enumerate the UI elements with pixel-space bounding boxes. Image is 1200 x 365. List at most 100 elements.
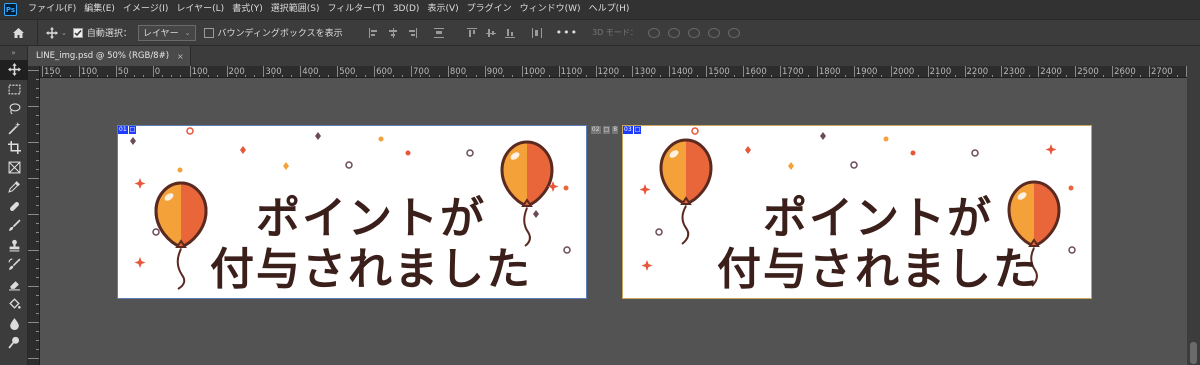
check-icon <box>74 29 82 36</box>
horizontal-ruler[interactable]: 150 100 50 0 100 200 300 400 500 600 700 800 900 1000… <box>40 66 1187 78</box>
panel-collapse-icon[interactable]: » <box>0 46 27 60</box>
align-bottom-icon[interactable] <box>504 28 515 38</box>
clone-stamp-tool[interactable] <box>0 236 28 256</box>
document-canvas[interactable]: 01 □ ポイントが 付与されました 02 □ 8 03 □ ポイントが 付与さ… <box>40 78 1187 365</box>
auto-select-checkbox[interactable] <box>72 27 83 38</box>
3d-slide-icon[interactable] <box>707 27 720 38</box>
ruler-label: 1600 <box>745 67 767 77</box>
menu-window[interactable]: ウィンドウ(W) <box>516 0 585 19</box>
artboard-1[interactable]: 01 □ ポイントが 付与されました <box>117 125 587 299</box>
menu-help[interactable]: ヘルプ(H) <box>585 0 634 19</box>
marquee-tool[interactable] <box>0 80 28 100</box>
3d-pan-icon[interactable] <box>687 27 700 38</box>
paint-bucket-icon <box>8 298 21 310</box>
ruler-label: 1700 <box>782 67 804 77</box>
paint-bucket-tool[interactable] <box>0 294 28 314</box>
move-tool-preset[interactable]: ⌄ <box>38 26 73 39</box>
menu-3d[interactable]: 3D(D) <box>389 0 424 19</box>
history-brush-tool[interactable] <box>0 255 28 275</box>
menu-edit[interactable]: 編集(E) <box>80 0 119 19</box>
balloon-icon <box>659 138 713 245</box>
menu-view[interactable]: 表示(V) <box>423 0 462 19</box>
3d-orbit-icon[interactable] <box>647 27 660 38</box>
eraser-tool[interactable] <box>0 275 28 295</box>
bounding-box-checkbox[interactable] <box>203 27 214 38</box>
align-vcenter-icon[interactable] <box>485 28 496 38</box>
ruler-tick <box>28 214 39 215</box>
ruler-tick <box>226 66 228 77</box>
crop-tool[interactable] <box>0 138 28 158</box>
ruler-tick <box>189 66 191 77</box>
headline-line-2: 付与されました <box>210 244 532 295</box>
ruler-tick <box>374 66 376 77</box>
ruler-label: 0 <box>154 67 161 77</box>
more-options-button[interactable]: ••• <box>556 26 578 39</box>
move-tool[interactable] <box>0 60 28 80</box>
artboard-number: 02 <box>590 126 601 134</box>
frame-tool[interactable] <box>0 158 28 178</box>
chevron-down-icon: ⌄ <box>61 28 67 37</box>
ruler-label: 1000 <box>523 67 546 77</box>
menu-plugins[interactable]: プラグイン <box>463 0 516 19</box>
menu-bar: Ps ファイル(F) 編集(E) イメージ(I) レイヤー(L) 書式(Y) 選… <box>0 0 1200 19</box>
lasso-tool[interactable] <box>0 99 28 119</box>
vertical-ruler[interactable] <box>28 66 40 365</box>
dodge-tool[interactable] <box>0 333 28 353</box>
close-icon[interactable]: × <box>177 52 184 61</box>
blur-tool[interactable] <box>0 314 28 334</box>
ruler-tick <box>1112 66 1114 77</box>
menu-file[interactable]: ファイル(F) <box>24 0 80 19</box>
auto-select-dropdown[interactable]: レイヤー ⌄ <box>137 24 196 41</box>
ruler-label: 1500 <box>708 67 730 77</box>
ruler-label: 1800 <box>818 67 841 77</box>
magic-wand-tool[interactable] <box>0 119 28 139</box>
ruler-label: 2600 <box>1114 67 1136 77</box>
vertical-scrollbar[interactable] <box>1187 66 1200 365</box>
ruler-label: 2100 <box>929 67 952 77</box>
ruler-tick <box>28 106 39 107</box>
artboard-icon: □ <box>602 126 611 134</box>
brush-tool[interactable] <box>0 216 28 236</box>
align-right-icon[interactable] <box>407 27 417 38</box>
history-brush-icon <box>8 258 20 271</box>
3d-camera-icon[interactable] <box>727 27 740 38</box>
document-tab[interactable]: LINE_img.psd @ 50% (RGB/8#) × <box>28 46 191 66</box>
home-button[interactable] <box>0 19 38 46</box>
ruler-label: 2000 <box>892 67 915 77</box>
ruler-tick <box>42 66 43 77</box>
droplet-icon <box>9 317 19 330</box>
ruler-tick <box>300 66 302 77</box>
ruler-label: 1400 <box>671 67 693 77</box>
ruler-tick <box>853 66 855 77</box>
eyedropper-icon <box>7 181 20 194</box>
menu-filter[interactable]: フィルター(T) <box>323 0 388 19</box>
artboard-2-badge[interactable]: 02 □ 8 <box>586 126 623 134</box>
align-hcenter-icon[interactable] <box>388 27 398 38</box>
ruler-tick <box>447 66 449 77</box>
ruler-tick <box>964 66 966 77</box>
artboard-3[interactable]: 03 □ ポイントが 付与されました <box>622 125 1092 299</box>
scrollbar-thumb[interactable] <box>1190 342 1197 364</box>
ruler-tick <box>706 66 708 77</box>
photoshop-logo: Ps <box>4 3 17 16</box>
ruler-tick <box>152 66 154 77</box>
ruler-tick <box>28 358 39 359</box>
ruler-label: 2500 <box>1077 67 1099 77</box>
eyedropper-tool[interactable] <box>0 177 28 197</box>
distribute-icon[interactable] <box>433 27 444 38</box>
menu-select[interactable]: 選択範囲(S) <box>267 0 324 19</box>
menu-layer[interactable]: レイヤー(L) <box>172 0 228 19</box>
menu-image[interactable]: イメージ(I) <box>119 0 173 19</box>
move-icon <box>7 63 21 77</box>
dodge-icon <box>7 337 19 349</box>
align-top-icon[interactable] <box>466 27 477 38</box>
3d-mode-label: 3D モード： <box>592 28 638 37</box>
menu-type[interactable]: 書式(Y) <box>228 0 267 19</box>
align-left-icon[interactable] <box>368 27 379 38</box>
document-tab-title: LINE_img.psd @ 50% (RGB/8#) <box>36 51 170 61</box>
ruler-tick <box>890 66 892 77</box>
ruler-tick <box>1001 66 1003 77</box>
healing-brush-tool[interactable] <box>0 197 28 217</box>
3d-roll-icon[interactable] <box>667 27 680 38</box>
distribute-vertical-icon[interactable] <box>531 27 542 38</box>
